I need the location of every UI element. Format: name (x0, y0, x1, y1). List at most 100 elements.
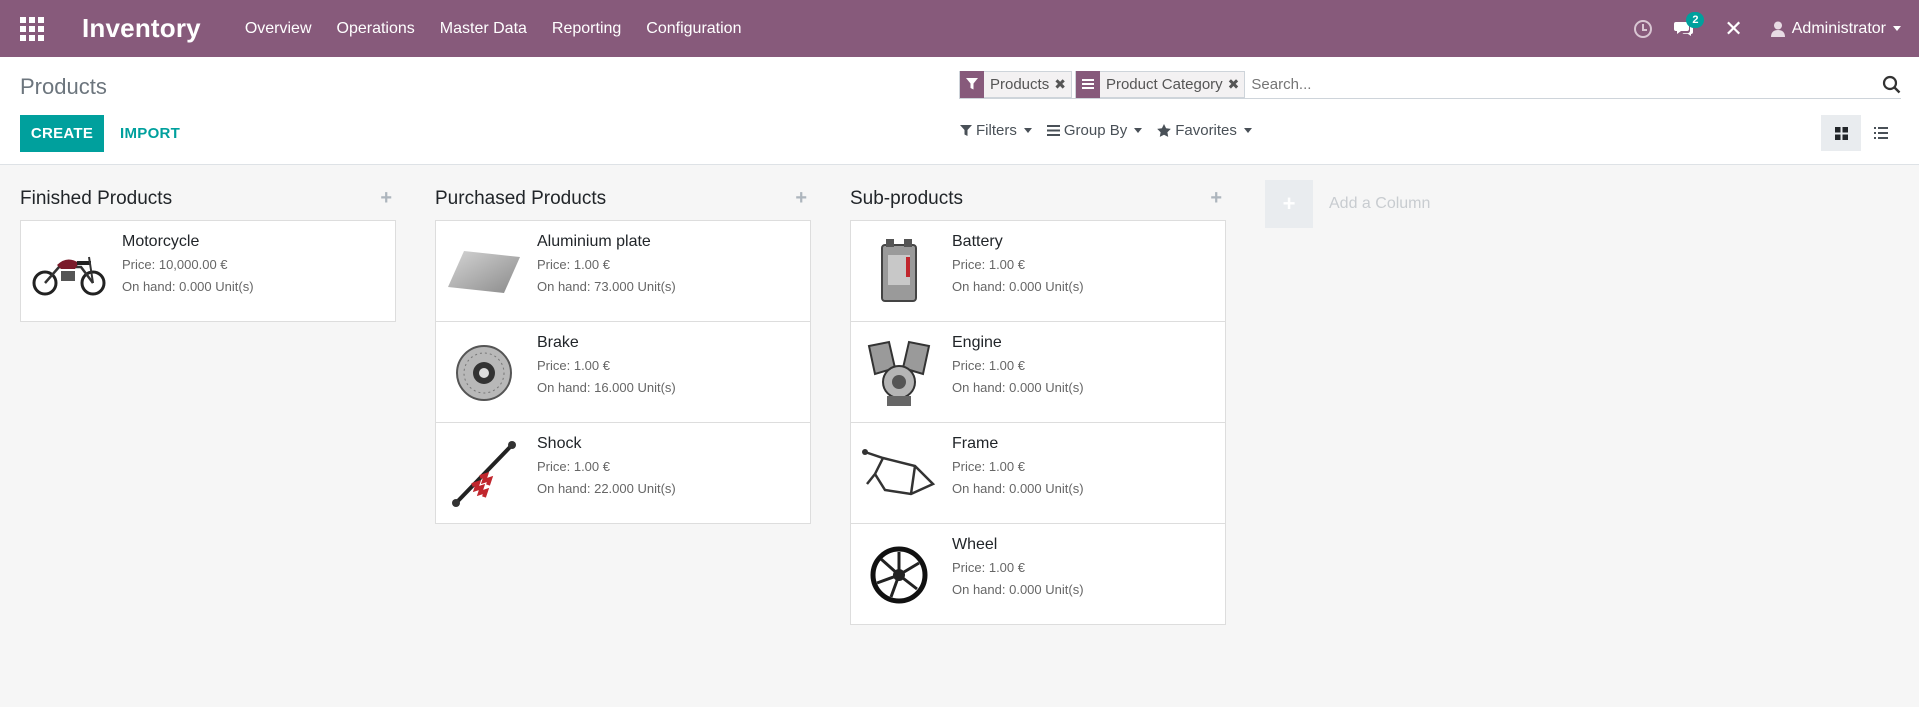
product-image (446, 237, 522, 307)
product-card[interactable]: Brake Price: 1.00 € On hand: 16.000 Unit… (435, 321, 811, 423)
user-avatar-icon (1770, 21, 1785, 37)
product-on-hand: On hand: 22.000 Unit(s) (537, 481, 676, 496)
top-navbar: Inventory Overview Operations Master Dat… (0, 0, 1919, 57)
star-icon (1157, 124, 1172, 137)
card-body: Frame Price: 1.00 € On hand: 0.000 Unit(… (952, 435, 1084, 503)
kanban-column-finished-products: Finished Products + Motorcycle Price: 10… (20, 166, 396, 322)
search-icon[interactable] (1882, 75, 1901, 94)
menu-item-master-data[interactable]: Master Data (440, 20, 527, 38)
breadcrumb: Products (20, 74, 107, 99)
product-price: Price: 1.00 € (952, 560, 1025, 575)
product-card[interactable]: Frame Price: 1.00 € On hand: 0.000 Unit(… (850, 422, 1226, 524)
create-button[interactable]: CREATE (20, 115, 104, 152)
aluminium-plate-icon (448, 251, 520, 293)
kanban-grid-icon (1834, 126, 1848, 140)
shock-absorber-icon (452, 441, 516, 507)
product-card[interactable]: Battery Price: 1.00 € On hand: 0.000 Uni… (850, 220, 1226, 322)
product-name: Engine (952, 334, 1002, 351)
filter-icon (960, 124, 972, 136)
plus-icon[interactable]: + (1210, 187, 1222, 210)
favorites-dropdown[interactable]: Favorites (1157, 122, 1252, 139)
card-body: Motorcycle Price: 10,000.00 € On hand: 0… (122, 233, 254, 301)
card-body: Wheel Price: 1.00 € On hand: 0.000 Unit(… (952, 536, 1084, 604)
card-body: Shock Price: 1.00 € On hand: 22.000 Unit… (537, 435, 676, 503)
product-card[interactable]: Engine Price: 1.00 € On hand: 0.000 Unit… (850, 321, 1226, 423)
search-options: Filters Group By Favorites (960, 122, 1267, 139)
app-title[interactable]: Inventory (82, 13, 201, 44)
menu-item-overview[interactable]: Overview (245, 20, 312, 38)
chevron-down-icon (1023, 128, 1032, 133)
product-image (861, 338, 937, 408)
search-facet-product-category[interactable]: Product Category ✖ (1074, 70, 1246, 98)
search-input[interactable] (1248, 70, 1901, 98)
product-price: Price: 1.00 € (537, 358, 610, 373)
messaging-button[interactable]: 2 (1674, 11, 1705, 39)
group-by-icon (1075, 70, 1100, 98)
close-x-icon[interactable]: ✕ (1724, 17, 1742, 40)
control-panel: Products CREATE IMPORT Products ✖ Produc… (0, 57, 1919, 165)
column-header: Sub-products + (850, 166, 1226, 221)
card-body: Brake Price: 1.00 € On hand: 16.000 Unit… (537, 334, 676, 402)
kanban-view-button[interactable] (1821, 115, 1861, 151)
product-card[interactable]: Wheel Price: 1.00 € On hand: 0.000 Unit(… (850, 523, 1226, 625)
card-body: Engine Price: 1.00 € On hand: 0.000 Unit… (952, 334, 1084, 402)
column-title: Sub-products (850, 187, 964, 209)
remove-facet-icon[interactable]: ✖ (1054, 76, 1066, 93)
product-on-hand: On hand: 0.000 Unit(s) (952, 279, 1084, 294)
list-view-button[interactable] (1861, 115, 1901, 151)
menu-item-operations[interactable]: Operations (337, 20, 415, 38)
product-card[interactable]: Shock Price: 1.00 € On hand: 22.000 Unit… (435, 422, 811, 524)
menu-item-reporting[interactable]: Reporting (552, 20, 621, 38)
add-column-label[interactable]: Add a Column (1329, 195, 1430, 213)
facet-label: Products (990, 75, 1050, 93)
menu-item-configuration[interactable]: Configuration (646, 20, 741, 38)
plus-icon[interactable]: + (380, 187, 392, 210)
chevron-down-icon (1134, 128, 1143, 133)
navbar-systray: 2 ✕ Administrator (1634, 0, 1919, 57)
chevron-down-icon (1893, 26, 1901, 31)
product-image (446, 439, 522, 509)
main-menu: Overview Operations Master Data Reportin… (245, 20, 767, 38)
product-name: Motorcycle (122, 233, 200, 250)
card-body: Battery Price: 1.00 € On hand: 0.000 Uni… (952, 233, 1084, 301)
product-on-hand: On hand: 73.000 Unit(s) (537, 279, 676, 294)
group-by-label: Group By (1063, 122, 1128, 139)
chat-badge: 2 (1686, 11, 1705, 28)
product-on-hand: On hand: 0.000 Unit(s) (952, 582, 1084, 597)
product-card[interactable]: Motorcycle Price: 10,000.00 € On hand: 0… (20, 220, 396, 322)
product-card[interactable]: Aluminium plate Price: 1.00 € On hand: 7… (435, 220, 811, 322)
column-title: Finished Products (20, 187, 173, 209)
add-column: + Add a Column (1265, 180, 1430, 228)
group-by-icon (1046, 125, 1060, 136)
remove-facet-icon[interactable]: ✖ (1228, 76, 1240, 93)
facet-label: Product Category (1105, 75, 1223, 93)
battery-icon (881, 239, 917, 302)
view-switcher (1821, 115, 1901, 151)
plus-icon[interactable]: + (795, 187, 807, 210)
product-on-hand: On hand: 0.000 Unit(s) (952, 481, 1084, 496)
apps-menu-icon[interactable] (18, 15, 46, 43)
kanban-column-purchased-products: Purchased Products + Aluminium plate Pri… (435, 166, 811, 524)
filters-label: Filters (976, 122, 1017, 139)
filter-icon (960, 70, 984, 98)
product-on-hand: On hand: 16.000 Unit(s) (537, 380, 676, 395)
product-name: Battery (952, 233, 1003, 250)
import-button[interactable]: IMPORT (112, 115, 188, 152)
group-by-dropdown[interactable]: Group By (1046, 122, 1143, 139)
user-menu[interactable]: Administrator (1770, 19, 1901, 38)
motorcycle-icon (32, 256, 106, 296)
chevron-down-icon (1243, 128, 1252, 133)
activity-clock-icon[interactable] (1634, 19, 1653, 38)
favorites-label: Favorites (1175, 122, 1237, 139)
product-price: Price: 1.00 € (952, 257, 1025, 272)
kanban-column-sub-products: Sub-products + Battery Price: 1.00 € On … (850, 166, 1226, 625)
product-price: Price: 10,000.00 € (122, 257, 228, 272)
search-facet-products[interactable]: Products ✖ (959, 70, 1072, 98)
product-price: Price: 1.00 € (952, 358, 1025, 373)
product-name: Frame (952, 435, 999, 452)
product-name: Wheel (952, 536, 998, 553)
column-title: Purchased Products (435, 187, 607, 209)
filters-dropdown[interactable]: Filters (960, 122, 1032, 139)
user-name: Administrator (1791, 19, 1886, 37)
add-column-button[interactable]: + (1265, 180, 1313, 228)
